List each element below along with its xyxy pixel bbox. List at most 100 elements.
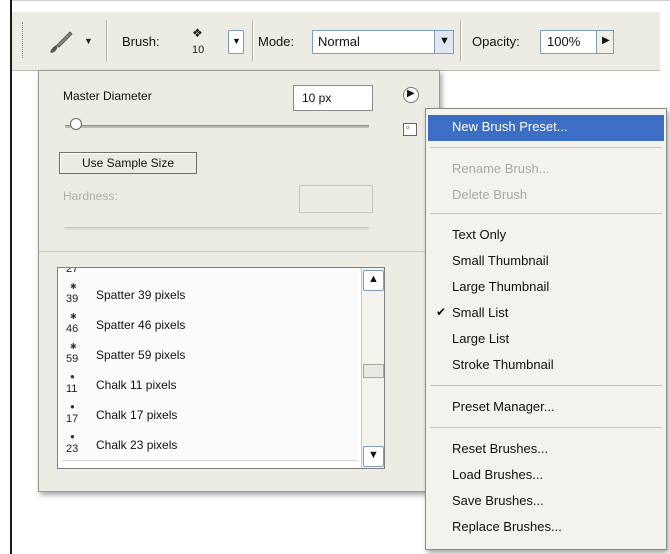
menu-item-large-list[interactable]: Large List: [428, 327, 664, 353]
menu-item-large-thumbnail[interactable]: Large Thumbnail: [428, 275, 664, 301]
menu-item-rename-brush: Rename Brush...: [428, 157, 664, 183]
triangle-right-icon: ▶: [602, 35, 610, 46]
opacity-field[interactable]: 100% ▶: [540, 30, 614, 54]
brush-thumbnail: ● 17: [64, 402, 86, 428]
brush-thumbnail: ● 23: [64, 432, 86, 458]
list-item[interactable]: ● 23 Chalk 23 pixels: [62, 430, 358, 461]
brush-dab-icon: ●: [70, 432, 75, 441]
checkmark-icon: ✔: [436, 305, 447, 319]
chevron-down-icon: ▼: [368, 449, 379, 461]
menu-item-stroke-thumbnail[interactable]: Stroke Thumbnail: [428, 353, 664, 379]
toolbar-separator: [252, 20, 254, 62]
menu-item-replace-brushes[interactable]: Replace Brushes...: [428, 515, 664, 541]
toolbar-separator: [460, 20, 462, 62]
menu-item-label: Save Brushes...: [452, 493, 544, 508]
brush-dab-icon: ✱: [70, 282, 77, 291]
menu-separator: [430, 385, 662, 386]
menu-item-label: Preset Manager...: [452, 399, 555, 414]
menu-separator: [430, 213, 662, 214]
scroll-thumb[interactable]: [363, 364, 384, 378]
page-icon: ▫: [406, 122, 410, 132]
scroll-up-button[interactable]: ▲: [363, 270, 384, 291]
brush-thumbnail: ✱ 39: [64, 282, 86, 308]
menu-item-label: Large Thumbnail: [452, 279, 550, 294]
menu-item-save-brushes[interactable]: Save Brushes...: [428, 489, 664, 515]
mode-label: Mode:: [258, 34, 295, 49]
list-item[interactable]: 27: [62, 267, 358, 281]
menu-item-preset-manager[interactable]: Preset Manager...: [428, 395, 664, 421]
menu-separator: [430, 147, 662, 148]
brush-size-text: 11: [66, 383, 78, 395]
brush-dab-icon: ✱: [70, 312, 77, 321]
mode-dropdown-button[interactable]: ▼: [434, 31, 453, 53]
brush-name: Spatter 39 pixels: [96, 288, 186, 302]
chevron-down-icon: ▼: [439, 35, 450, 47]
hardness-label: Hardness:: [63, 189, 118, 203]
brush-thumbnail: ● 11: [64, 372, 86, 398]
menu-item-label: Large List: [452, 331, 510, 346]
hardness-input: [299, 185, 373, 213]
list-item[interactable]: ● 17 Chalk 17 pixels: [62, 400, 358, 431]
opacity-slider-button[interactable]: ▶: [596, 31, 613, 53]
menu-item-delete-brush: Delete Brush: [428, 183, 664, 209]
master-diameter-label: Master Diameter: [63, 89, 152, 103]
brush-preset-picker: Master Diameter 10 px ▶ ▫ Use Sample Siz…: [38, 70, 440, 492]
menu-item-label: Text Only: [452, 227, 507, 242]
brush-name: Chalk 23 pixels: [96, 438, 178, 452]
tool-preset-arrow-icon[interactable]: ▼: [84, 36, 93, 46]
brush-preview[interactable]: ❖ 10: [184, 24, 208, 60]
master-diameter-slider[interactable]: [65, 125, 369, 128]
menu-item-text-only[interactable]: Text Only: [428, 223, 664, 249]
master-diameter-slider-thumb[interactable]: [70, 118, 82, 130]
menu-item-small-list[interactable]: ✔ Small List: [428, 301, 664, 327]
frame-top-edge: [10, 0, 670, 1]
brush-thumbnail: 27: [64, 267, 86, 278]
brush-dab-icon: ●: [70, 402, 75, 411]
menu-item-load-brushes[interactable]: Load Brushes...: [428, 463, 664, 489]
chevron-down-icon: ▼: [232, 36, 241, 46]
new-preset-icon[interactable]: ▫: [403, 122, 417, 136]
list-item[interactable]: ✱ 46 Spatter 46 pixels: [62, 310, 358, 341]
brush-size-text: 59: [66, 353, 79, 365]
menu-item-label: Small List: [452, 305, 509, 320]
list-item[interactable]: ● 11 Chalk 11 pixels: [62, 370, 358, 401]
brush-thumbnail: ✱ 59: [64, 342, 86, 368]
frame-left-edge: [10, 0, 12, 554]
brush-list-scrollbar[interactable]: ▲ ▼: [361, 268, 384, 468]
opacity-label: Opacity:: [472, 34, 520, 49]
triangle-right-icon: ▶: [407, 88, 415, 99]
menu-item-label: Delete Brush: [452, 187, 528, 202]
list-item[interactable]: ✱ 39 Spatter 39 pixels: [62, 280, 358, 311]
brush-name: Spatter 59 pixels: [96, 348, 186, 362]
menu-item-label: Rename Brush...: [452, 161, 550, 176]
menu-item-small-thumbnail[interactable]: Small Thumbnail: [428, 249, 664, 275]
brush-options-menu: New Brush Preset... Rename Brush... Dele…: [425, 108, 667, 550]
options-toolbar: ▼ Brush: ❖ 10 ▼ Mode: Normal ▼ Opacity: …: [12, 12, 660, 71]
menu-item-label: Small Thumbnail: [452, 253, 549, 268]
brush-dab-icon: ✱: [70, 342, 77, 351]
mode-select[interactable]: Normal ▼: [312, 30, 454, 54]
menu-item-label: Replace Brushes...: [452, 519, 562, 534]
brush-name: Chalk 11 pixels: [96, 378, 177, 392]
menu-item-new-brush-preset[interactable]: New Brush Preset...: [428, 115, 664, 141]
brush-size-text: 46: [66, 323, 79, 335]
master-diameter-value: 10 px: [302, 91, 332, 105]
toolbar-grip[interactable]: [22, 22, 26, 58]
brush-picker-button[interactable]: ▼: [228, 30, 244, 54]
brush-list[interactable]: 27 ✱ 39 Spatter 39 pixels ✱ 46 Spatter 4…: [57, 267, 385, 469]
brush-thumbnail: ✱ 46: [64, 312, 86, 338]
master-diameter-input[interactable]: 10 px: [293, 85, 373, 111]
picker-menu-button[interactable]: ▶: [403, 87, 419, 103]
brush-size-text: 27: [66, 267, 79, 275]
brush-size-text: 23: [66, 443, 79, 455]
brush-label: Brush:: [122, 34, 160, 49]
menu-item-label: Load Brushes...: [452, 467, 544, 482]
use-sample-size-button[interactable]: Use Sample Size: [59, 152, 197, 174]
menu-item-reset-brushes[interactable]: Reset Brushes...: [428, 437, 664, 463]
brush-size-text: 10: [192, 44, 205, 56]
brush-name: Spatter 46 pixels: [96, 318, 186, 332]
brush-tool-icon[interactable]: [46, 28, 76, 56]
panel-divider: [39, 251, 439, 252]
list-item[interactable]: ✱ 59 Spatter 59 pixels: [62, 340, 358, 371]
scroll-down-button[interactable]: ▼: [363, 446, 384, 467]
